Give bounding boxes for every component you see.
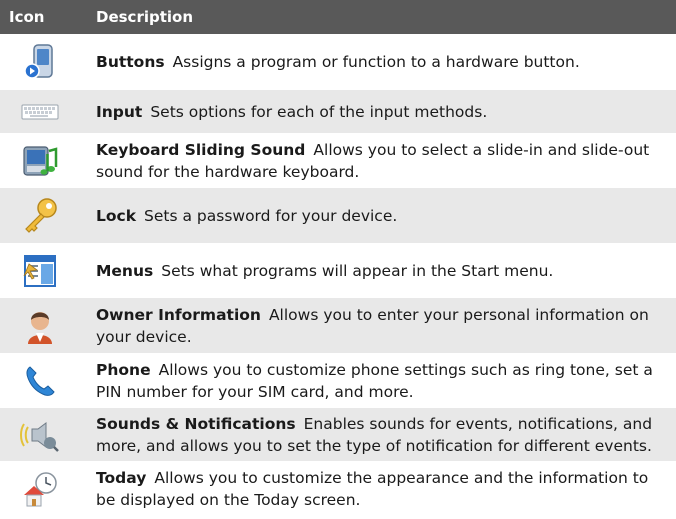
row-title: Input [96, 102, 143, 121]
today-icon [24, 471, 57, 506]
row-description: Today Allows you to customize the appeara… [96, 467, 676, 511]
row-description: Phone Allows you to customize phone setti… [96, 359, 676, 403]
row-title: Keyboard Sliding Sound [96, 140, 306, 159]
row-description: Sounds & Notifications Enables sounds for… [96, 413, 676, 457]
row-description: Keyboard Sliding Sound Allows you to sele… [96, 139, 676, 183]
menus-icon [23, 254, 56, 287]
row-text: Assigns a program or function to a hardw… [172, 52, 580, 71]
row-title: Buttons [96, 52, 165, 71]
table-row: Buttons Assigns a program or function to … [0, 34, 676, 90]
row-text: Sets what programs will appear in the St… [161, 261, 554, 280]
row-description: Owner Information Allows you to enter you… [96, 304, 676, 348]
buttons-icon [24, 43, 53, 79]
row-description: Menus Sets what programs will appear in t… [96, 260, 676, 282]
table-row: Today Allows you to customize the appeara… [0, 462, 676, 516]
row-title: Today [96, 468, 147, 487]
settings-table: Icon Description Buttons Assigns a progra… [0, 0, 676, 516]
table-row: Owner Information Allows you to enter you… [0, 298, 676, 354]
owner-information-icon [28, 311, 52, 344]
header-description-column: Description [96, 8, 194, 26]
table-row: Sounds & Notifications Enables sounds for… [0, 408, 676, 462]
table-row: Menus Sets what programs will appear in t… [0, 244, 676, 298]
row-text: Sets options for each of the input metho… [150, 102, 488, 121]
table-row: Lock Sets a password for your device. [0, 188, 676, 244]
sounds-notifications-icon [20, 421, 59, 452]
row-text: Allows you to customize phone settings s… [96, 360, 653, 401]
row-title: Lock [96, 206, 137, 225]
row-title: Owner Information [96, 305, 261, 324]
phone-icon [26, 365, 55, 396]
header-icon-column: Icon [9, 8, 45, 26]
table-header: Icon Description [0, 0, 676, 34]
table-row: Phone Allows you to customize phone setti… [0, 354, 676, 408]
lock-icon [25, 197, 57, 233]
input-icon [21, 104, 59, 119]
row-description: Input Sets options for each of the input … [96, 101, 676, 123]
keyboard-sliding-sound-icon [23, 145, 58, 176]
row-text: Sets a password for your device. [144, 206, 398, 225]
row-title: Phone [96, 360, 151, 379]
table-row: Input Sets options for each of the input … [0, 90, 676, 134]
row-description: Lock Sets a password for your device. [96, 205, 676, 227]
row-title: Menus [96, 261, 154, 280]
row-text: Allows you to customize the appearance a… [96, 468, 649, 509]
row-description: Buttons Assigns a program or function to … [96, 51, 676, 73]
table-row: Keyboard Sliding Sound Allows you to sele… [0, 134, 676, 188]
row-title: Sounds & Notifications [96, 414, 296, 433]
